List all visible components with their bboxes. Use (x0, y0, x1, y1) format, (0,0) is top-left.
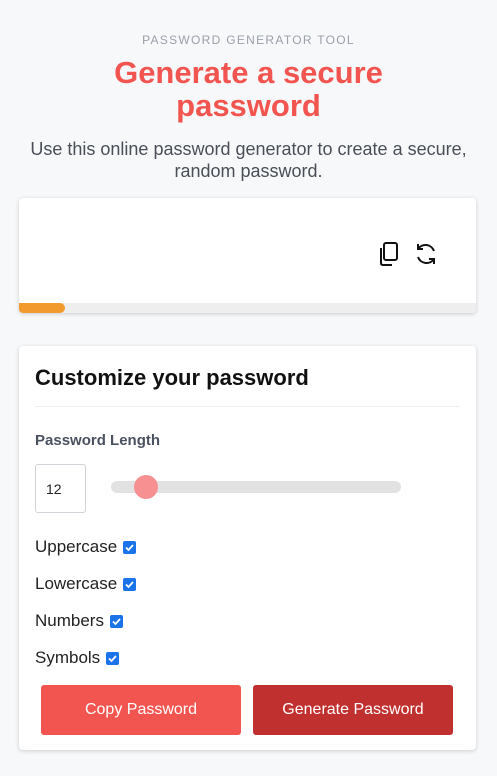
eyebrow-label: PASSWORD GENERATOR TOOL (142, 33, 355, 47)
copy-icon[interactable] (375, 240, 403, 268)
password-output (37, 240, 367, 270)
strength-meter (19, 303, 476, 313)
numbers-checkbox[interactable] (109, 614, 123, 628)
copy-password-button[interactable]: Copy Password (41, 685, 241, 735)
customize-title: Customize your password (35, 365, 309, 390)
generate-password-button[interactable]: Generate Password (253, 685, 453, 735)
password-length-input[interactable] (35, 464, 86, 513)
password-length-slider[interactable] (111, 475, 401, 499)
option-numbers[interactable]: Numbers (35, 610, 123, 632)
option-label: Numbers (35, 611, 104, 630)
option-label: Lowercase (35, 574, 118, 593)
page-title: Generate a secure password (114, 55, 383, 123)
option-uppercase[interactable]: Uppercase (35, 536, 137, 558)
uppercase-checkbox[interactable] (123, 540, 137, 554)
page-subtitle: Use this online password generator to cr… (30, 139, 467, 181)
slider-thumb[interactable] (133, 475, 158, 499)
option-symbols[interactable]: Symbols (35, 647, 120, 669)
password-output-card (19, 198, 476, 313)
lowercase-checkbox[interactable] (123, 577, 137, 591)
option-label: Uppercase (35, 537, 118, 556)
password-length-label: Password Length (35, 432, 161, 449)
symbols-checkbox[interactable] (106, 651, 120, 665)
refresh-icon[interactable] (412, 240, 440, 268)
option-lowercase[interactable]: Lowercase (35, 573, 137, 595)
customize-card: Customize your password Password Length … (19, 346, 476, 750)
divider (35, 406, 460, 407)
option-label: Symbols (35, 648, 101, 667)
strength-meter-fill (19, 303, 65, 313)
